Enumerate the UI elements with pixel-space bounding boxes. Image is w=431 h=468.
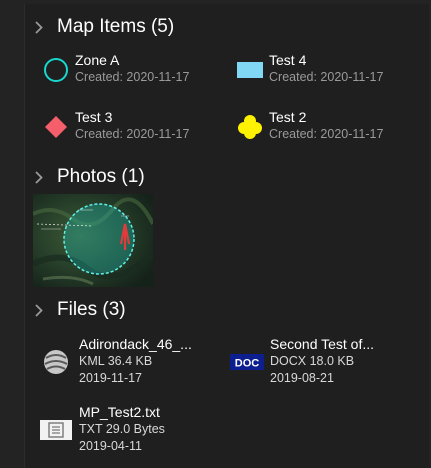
map-items-section-header[interactable]: Map Items (5) xyxy=(33,16,174,38)
photos-title: Photos (1) xyxy=(57,166,145,187)
map-item-test-2[interactable]: Test 2 Created: 2020-11-17 xyxy=(235,109,383,145)
file-name: MP_Test2.txt xyxy=(79,404,160,420)
file-item-adirondack[interactable]: Adirondack_46_... KML 36.4 KB 2019-11-17 xyxy=(39,336,192,387)
txt-file-icon xyxy=(39,413,73,447)
attachments-panel: Map Items (5) Zone A Created: 2020-11-17… xyxy=(24,4,429,468)
map-item-created: Created: 2020-11-17 xyxy=(75,70,190,84)
file-type-size: DOCX 18.0 KB xyxy=(270,354,355,368)
file-name: Second Test of... xyxy=(270,336,375,352)
file-date: 2019-04-11 xyxy=(79,439,143,453)
map-item-name: Zone A xyxy=(75,52,120,68)
satellite-photo-thumbnail[interactable] xyxy=(33,194,153,287)
photos-section-header[interactable]: Photos (1) xyxy=(33,166,145,188)
diamond-icon xyxy=(41,109,71,145)
map-item-test-4[interactable]: Test 4 Created: 2020-11-17 xyxy=(235,52,383,88)
map-item-created: Created: 2020-11-17 xyxy=(75,127,190,141)
chevron-right-icon xyxy=(33,302,45,318)
doc-badge-label: DOC xyxy=(235,357,260,369)
files-title: Files (3) xyxy=(57,299,126,320)
file-date: 2019-11-17 xyxy=(79,371,143,385)
file-item-second-test[interactable]: DOC Second Test of... DOCX 18.0 KB 2019-… xyxy=(230,336,374,387)
map-item-created: Created: 2020-11-17 xyxy=(269,70,384,84)
chevron-right-icon xyxy=(33,19,45,35)
file-name: Adirondack_46_... xyxy=(79,336,192,352)
doc-file-icon: DOC xyxy=(230,345,264,379)
kml-globe-icon xyxy=(39,345,73,379)
file-type-size: TXT 29.0 Bytes xyxy=(79,422,165,436)
files-section-header[interactable]: Files (3) xyxy=(33,299,126,321)
map-item-name: Test 3 xyxy=(75,109,113,125)
flower-icon xyxy=(235,109,265,145)
file-date: 2019-08-21 xyxy=(270,371,334,385)
map-item-name: Test 4 xyxy=(269,52,307,68)
circle-outline-icon xyxy=(41,52,71,88)
map-item-zone-a[interactable]: Zone A Created: 2020-11-17 xyxy=(41,52,189,88)
file-type-size: KML 36.4 KB xyxy=(79,354,153,368)
file-item-mp-test2[interactable]: MP_Test2.txt TXT 29.0 Bytes 2019-04-11 xyxy=(39,404,165,455)
map-items-title: Map Items (5) xyxy=(57,16,175,37)
chevron-right-icon xyxy=(33,169,45,185)
rectangle-icon xyxy=(235,52,265,88)
map-item-test-3[interactable]: Test 3 Created: 2020-11-17 xyxy=(41,109,189,145)
map-item-created: Created: 2020-11-17 xyxy=(269,127,384,141)
map-item-name: Test 2 xyxy=(269,109,307,125)
